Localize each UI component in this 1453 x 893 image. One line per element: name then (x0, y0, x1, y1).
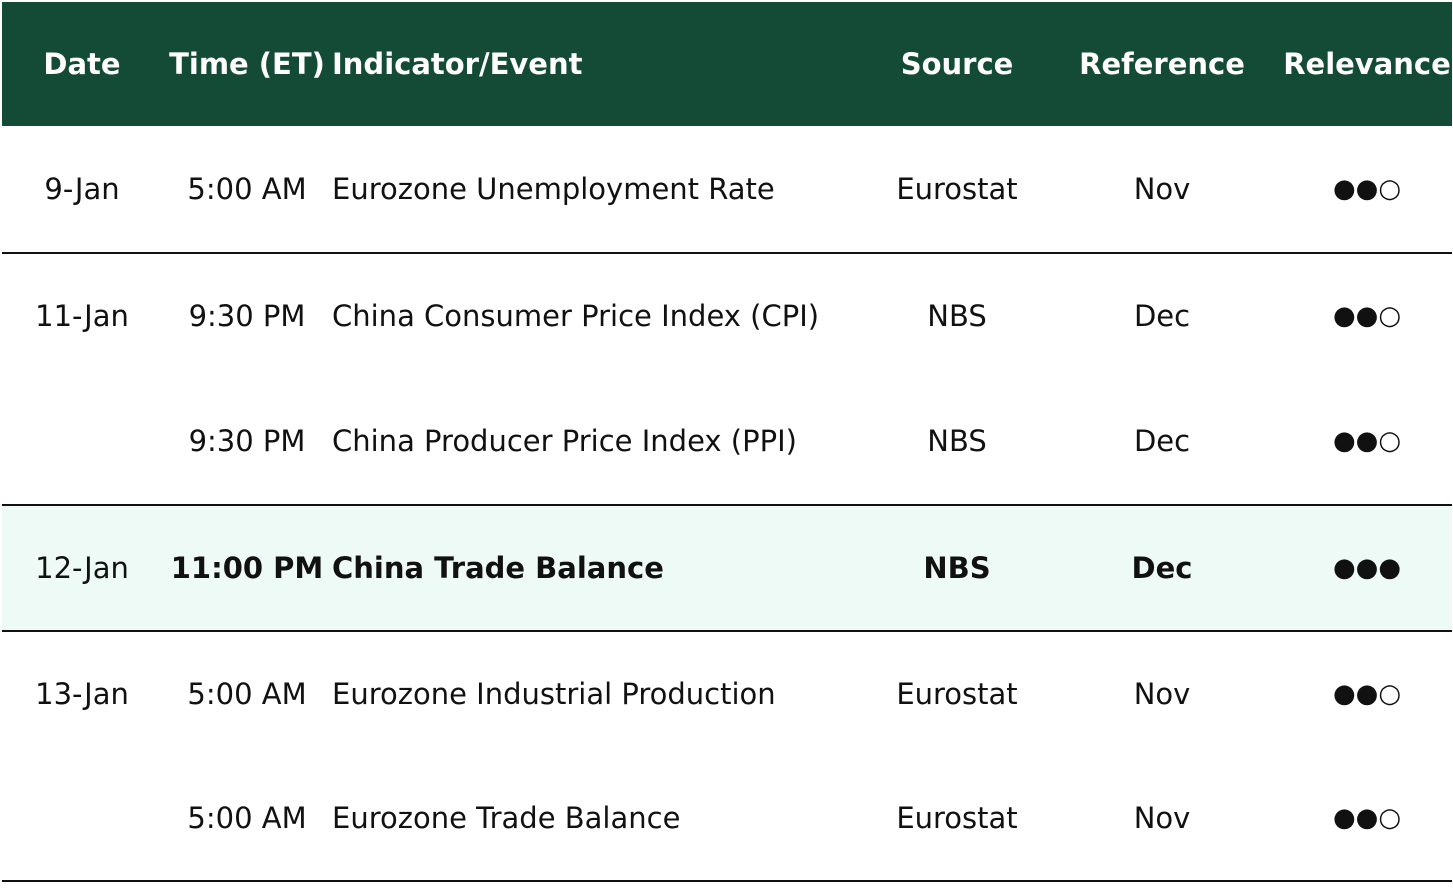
row-source: NBS (927, 299, 987, 333)
row-time: 9:30 PM (188, 299, 306, 333)
header-time: Time (ET) (169, 47, 325, 81)
row-time: 5:00 AM (187, 172, 307, 206)
row-event: Eurozone Industrial Production (332, 677, 776, 711)
row-event: Eurozone Unemployment Rate (332, 172, 775, 206)
row-reference: Nov (1133, 677, 1191, 711)
header-reference: Reference (1079, 47, 1245, 81)
row-reference: Dec (1133, 299, 1191, 333)
row-date: 9-Jan (44, 172, 120, 206)
table-row: 9-Jan 5:00 AM Eurozone Unemployment Rate… (2, 126, 1452, 252)
row-event: China Producer Price Index (PPI) (332, 424, 797, 458)
row-relevance-dots: ●●○ (1332, 426, 1402, 456)
row-source: NBS (927, 424, 987, 458)
table-header: Date Time (ET) Indicator/Event Source Re… (2, 2, 1452, 126)
header-relevance: Relevance (1283, 47, 1451, 81)
row-reference: Nov (1133, 172, 1191, 206)
row-relevance-dots: ●●○ (1332, 803, 1402, 833)
table-row: 9:30 PM China Producer Price Index (PPI)… (2, 378, 1452, 504)
row-source: NBS (923, 551, 991, 585)
table-row: 11-Jan 9:30 PM China Consumer Price Inde… (2, 252, 1452, 378)
row-source: Eurostat (896, 801, 1018, 835)
row-relevance-dots: ●●● (1332, 553, 1402, 583)
header-source: Source (900, 47, 1014, 81)
row-source: Eurostat (896, 172, 1018, 206)
row-reference: Dec (1133, 424, 1191, 458)
row-time: 5:00 AM (187, 677, 307, 711)
row-time: 11:00 PM (170, 551, 324, 585)
header-date: Date (43, 47, 121, 81)
row-event: China Trade Balance (332, 551, 664, 585)
row-reference: Nov (1133, 801, 1191, 835)
row-source: Eurostat (896, 677, 1018, 711)
table-row: 13-Jan 5:00 AM Eurozone Industrial Produ… (2, 630, 1452, 756)
economic-calendar-table: Date Time (ET) Indicator/Event Source Re… (2, 2, 1452, 882)
row-relevance-dots: ●●○ (1332, 679, 1402, 709)
row-event: Eurozone Trade Balance (332, 801, 681, 835)
table-row: 5:00 AM Eurozone Trade Balance Eurostat … (2, 756, 1452, 882)
row-date: 11-Jan (35, 299, 129, 333)
row-reference: Dec (1131, 551, 1193, 585)
row-time: 9:30 PM (188, 424, 306, 458)
row-date: 13-Jan (35, 677, 129, 711)
row-time: 5:00 AM (187, 801, 307, 835)
row-event: China Consumer Price Index (CPI) (332, 299, 820, 333)
header-event: Indicator/Event (332, 47, 583, 81)
row-relevance-dots: ●●○ (1332, 301, 1402, 331)
row-date: 12-Jan (35, 551, 129, 585)
table-row-highlighted: 12-Jan 11:00 PM China Trade Balance NBS … (2, 504, 1452, 630)
row-relevance-dots: ●●○ (1332, 174, 1402, 204)
